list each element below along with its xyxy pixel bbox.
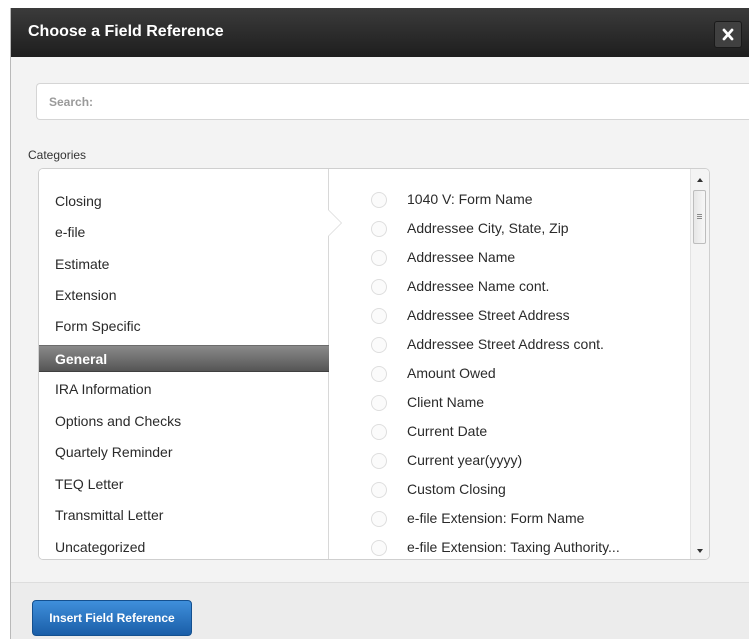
field-item[interactable]: Addressee Name cont. — [344, 273, 684, 302]
category-item-ira-information[interactable]: IRA Information — [39, 376, 329, 403]
field-label: Amount Owed — [407, 365, 496, 381]
radio-button[interactable] — [371, 192, 387, 208]
field-label: Addressee Name — [407, 249, 516, 265]
close-icon — [722, 28, 734, 41]
field-label: 1040 V: Form Name — [407, 191, 533, 207]
category-list: Closing e-file Estimate Extension Form S… — [39, 169, 329, 559]
dialog-titlebar: Choose a Field Reference — [11, 8, 749, 57]
search-input[interactable] — [36, 83, 749, 120]
field-item[interactable]: e-file Extension: Form Name — [344, 505, 684, 534]
category-item-uncategorized[interactable]: Uncategorized — [39, 534, 329, 559]
field-label: e-file Extension: Form Name — [407, 510, 585, 526]
radio-button[interactable] — [371, 482, 387, 498]
field-item[interactable]: Custom Closing — [344, 476, 684, 505]
field-label: Client Name — [407, 394, 485, 410]
categories-label: Categories — [28, 148, 87, 162]
radio-button[interactable] — [371, 366, 387, 382]
radio-button[interactable] — [371, 511, 387, 527]
radio-button[interactable] — [371, 279, 387, 295]
category-item-quartely-reminder[interactable]: Quartely Reminder — [39, 439, 329, 466]
field-item[interactable]: 1040 V: Form Name — [344, 186, 684, 215]
reference-picker-panel: Closing e-file Estimate Extension Form S… — [38, 168, 710, 560]
field-label: Current Date — [407, 423, 488, 439]
dialog-title: Choose a Field Reference — [28, 23, 224, 40]
field-item[interactable]: Addressee Street Address cont. — [344, 331, 684, 360]
radio-button[interactable] — [371, 250, 387, 266]
radio-button[interactable] — [371, 424, 387, 440]
radio-button[interactable] — [371, 540, 387, 556]
category-item-closing[interactable]: Closing — [39, 188, 329, 215]
field-item[interactable]: Current Date — [344, 418, 684, 447]
grip-line — [697, 216, 702, 217]
field-item[interactable]: Amount Owed — [344, 360, 684, 389]
insert-field-reference-button[interactable]: Insert Field Reference — [32, 600, 192, 636]
category-item-transmittal-letter[interactable]: Transmittal Letter — [39, 502, 329, 529]
close-button[interactable] — [714, 21, 742, 48]
grip-line — [697, 218, 702, 219]
radio-button[interactable] — [371, 395, 387, 411]
dialog-footer: Insert Field Reference — [11, 582, 749, 639]
category-item-teq-letter[interactable]: TEQ Letter — [39, 471, 329, 498]
field-list-scrollbar[interactable] — [690, 169, 709, 559]
field-label: Addressee Name cont. — [407, 278, 550, 294]
radio-button[interactable] — [371, 221, 387, 237]
field-item[interactable]: Client Name — [344, 389, 684, 418]
field-label: Custom Closing — [407, 481, 506, 497]
scroll-up-arrow-icon[interactable] — [697, 178, 703, 182]
field-item[interactable]: Addressee City, State, Zip — [344, 215, 684, 244]
selection-pointer-fill — [328, 210, 341, 236]
radio-button[interactable] — [371, 453, 387, 469]
scroll-thumb[interactable] — [693, 190, 706, 244]
field-label: e-file Extension: Taxing Authority... — [407, 539, 620, 555]
category-item-form-specific[interactable]: Form Specific — [39, 313, 329, 340]
field-label: Addressee City, State, Zip — [407, 220, 569, 236]
radio-button[interactable] — [371, 337, 387, 353]
field-label: Current year(yyyy) — [407, 452, 523, 468]
field-item[interactable]: Current year(yyyy) — [344, 447, 684, 476]
field-label: Addressee Street Address — [407, 307, 570, 323]
category-item-e-file[interactable]: e-file — [39, 219, 329, 246]
radio-button[interactable] — [371, 308, 387, 324]
category-item-general[interactable]: General — [39, 345, 329, 372]
scroll-down-arrow-icon[interactable] — [697, 549, 703, 553]
field-list: 1040 V: Form Name Addressee City, State,… — [344, 169, 689, 559]
grip-line — [697, 214, 702, 215]
category-item-extension[interactable]: Extension — [39, 282, 329, 309]
field-reference-dialog: Choose a Field Reference Categories Clos… — [10, 8, 749, 639]
field-item[interactable]: Addressee Name — [344, 244, 684, 273]
category-item-options-and-checks[interactable]: Options and Checks — [39, 408, 329, 435]
field-item[interactable]: Addressee Street Address — [344, 302, 684, 331]
field-label: Addressee Street Address cont. — [407, 336, 604, 352]
category-item-estimate[interactable]: Estimate — [39, 251, 329, 278]
field-item[interactable]: e-file Extension: Taxing Authority... — [344, 534, 684, 559]
